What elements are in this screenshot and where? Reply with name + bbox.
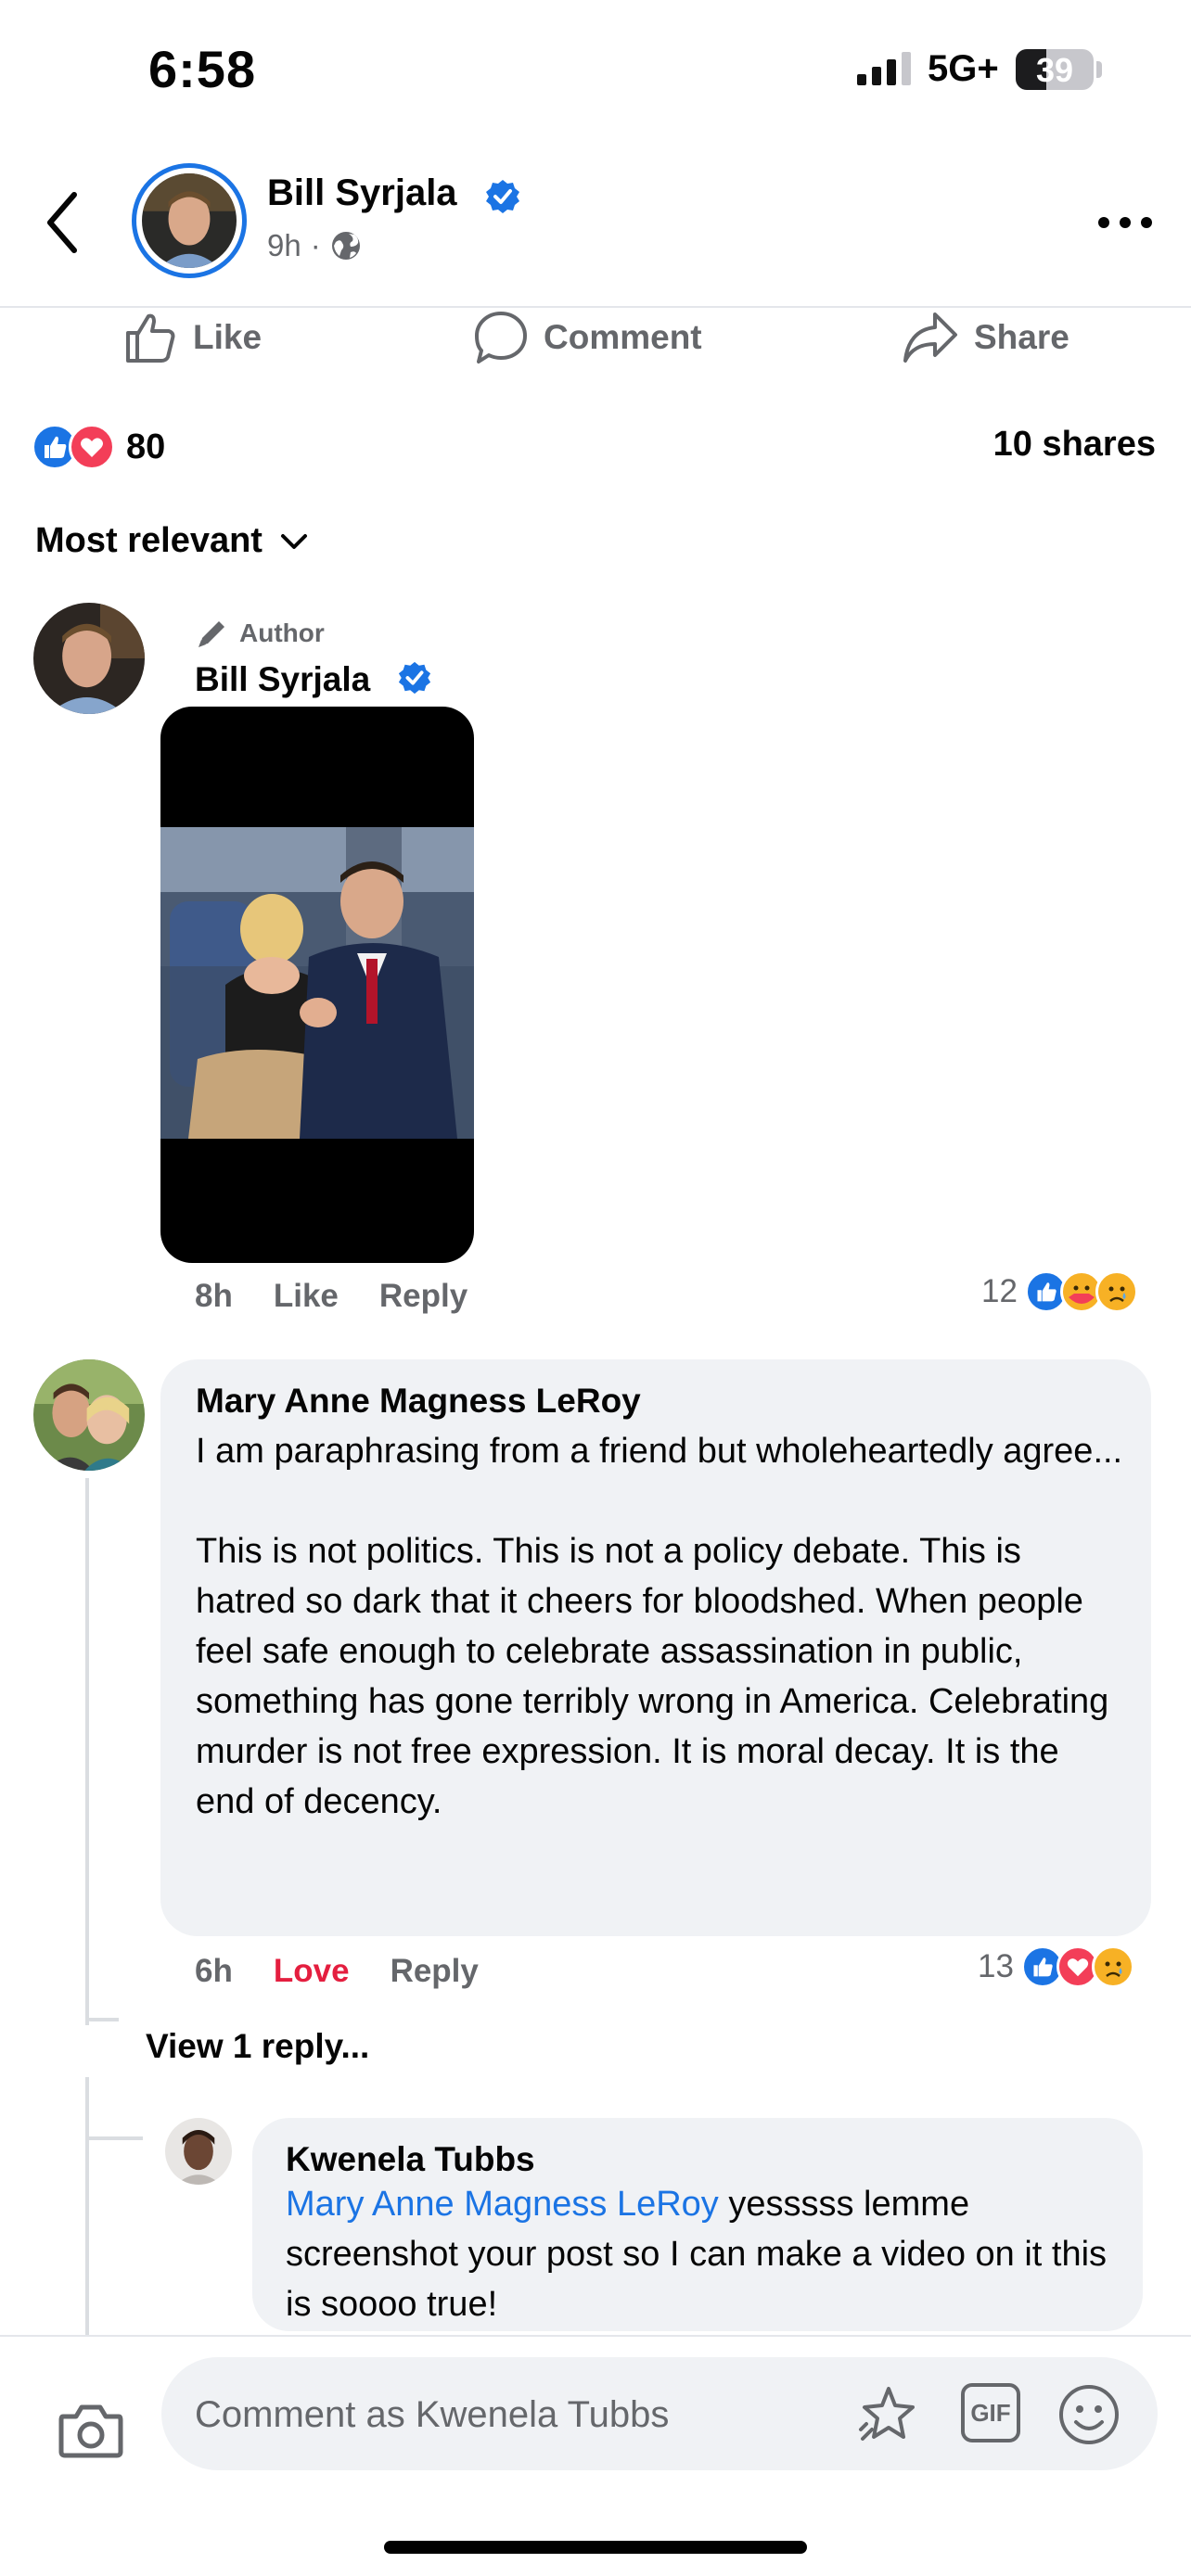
comment-meta: 8h Like Reply [195, 1278, 467, 1315]
like-label: Like [193, 318, 263, 356]
status-bar: 6:58 5G+ 39 [0, 0, 1191, 139]
thread-line [85, 2077, 89, 2337]
comment-composer: Comment as Kwenela Tubbs GIF [0, 2335, 1191, 2576]
commenter-name[interactable]: Bill Syrjala [195, 660, 370, 699]
thread-connector [87, 2136, 143, 2140]
post-action-bar: Like Comment Share [0, 310, 1191, 365]
shares-count[interactable]: 10 shares [993, 425, 1156, 465]
comment-time: 6h [195, 1953, 233, 1989]
back-arrow-icon[interactable] [41, 185, 87, 260]
camera-icon[interactable] [58, 2402, 124, 2459]
author-tag-label: Author [239, 618, 325, 647]
comment-love-button[interactable]: Love [274, 1953, 350, 1990]
cellular-signal-icon [857, 52, 911, 85]
comment-text: Mary Anne Magness LeRoy yesssss lemme sc… [286, 2179, 1121, 2329]
reaction-summary[interactable]: 80 [32, 423, 165, 471]
like-button[interactable]: Like [124, 310, 262, 365]
verified-badge-icon [398, 661, 431, 695]
comment-time: 8h [195, 1278, 233, 1314]
comment-photo[interactable] [160, 707, 474, 1263]
comment-reply-button[interactable]: Reply [379, 1278, 467, 1315]
comment-input-placeholder: Comment as Kwenela Tubbs [195, 2394, 670, 2435]
comment-photo-image [160, 827, 474, 1139]
view-replies-link[interactable]: View 1 reply... [146, 2027, 369, 2066]
comment-bubble[interactable]: Mary Anne Magness LeRoy I am paraphrasin… [160, 1359, 1151, 1936]
thread-line [85, 1478, 89, 2025]
author-avatar[interactable] [142, 173, 237, 268]
comment-input[interactable]: Comment as Kwenela Tubbs GIF [161, 2357, 1158, 2470]
network-type: 5G+ [928, 48, 999, 89]
avatar-sticker-icon[interactable] [857, 2383, 920, 2446]
comment-sort-dropdown[interactable]: Most relevant [35, 521, 309, 561]
more-options-icon[interactable] [1095, 204, 1156, 241]
comment-reactions[interactable]: 13 [978, 1945, 1134, 1988]
pencil-icon [198, 621, 224, 647]
gif-button[interactable]: GIF [961, 2383, 1020, 2442]
battery-icon: 39 [1016, 49, 1094, 90]
post-header: Bill Syrjala 9h · [0, 139, 1191, 308]
emoji-icon[interactable] [1057, 2383, 1121, 2446]
meta-separator: · [310, 228, 321, 262]
commenter-name[interactable]: Mary Anne Magness LeRoy [196, 1382, 641, 1421]
commenter-avatar[interactable] [165, 2118, 232, 2185]
author-tag: Author [195, 616, 325, 651]
comment-reactions[interactable]: 12 [981, 1270, 1138, 1313]
sad-reaction-icon [1091, 1945, 1134, 1988]
chevron-down-icon [280, 533, 307, 549]
battery-percent: 39 [1035, 51, 1074, 89]
comment-reaction-count: 13 [978, 1948, 1014, 1984]
reaction-count: 80 [126, 427, 166, 466]
thread-connector [87, 2018, 119, 2021]
reply-bubble[interactable]: Kwenela Tubbs Mary Anne Magness LeRoy ye… [252, 2118, 1143, 2331]
comment-button[interactable]: Comment [473, 310, 702, 365]
verified-badge-icon [486, 180, 519, 213]
home-indicator [384, 2541, 807, 2554]
share-arrow-icon [903, 312, 957, 363]
share-label: Share [974, 318, 1069, 356]
comment-label: Comment [544, 318, 702, 356]
comment-bubble-icon [475, 312, 527, 363]
commenter-avatar[interactable] [33, 1359, 145, 1471]
commenter-avatar[interactable] [33, 603, 145, 714]
gif-label: GIF [970, 2398, 1011, 2427]
status-time: 6:58 [148, 40, 257, 98]
comment-text: I am paraphrasing from a friend but whol… [196, 1432, 1123, 1821]
sort-label: Most relevant [35, 521, 263, 560]
mention-link[interactable]: Mary Anne Magness LeRoy [286, 2185, 719, 2224]
post-meta: 9h · [267, 228, 362, 263]
comment-like-button[interactable]: Like [274, 1278, 339, 1315]
post-time: 9h [267, 228, 301, 262]
battery-cap [1096, 61, 1102, 78]
commenter-name[interactable]: Kwenela Tubbs [286, 2140, 535, 2179]
sad-reaction-icon [1095, 1270, 1138, 1313]
author-name[interactable]: Bill Syrjala [267, 172, 457, 214]
globe-icon [331, 232, 360, 260]
story-ring[interactable] [132, 163, 247, 278]
comment-reply-button[interactable]: Reply [391, 1953, 479, 1990]
love-reaction-icon [69, 424, 115, 470]
comment-reaction-count: 12 [981, 1273, 1018, 1309]
comment-meta: 6h Love Reply [195, 1953, 479, 1990]
share-button[interactable]: Share [902, 310, 1069, 365]
thumbs-up-icon [126, 313, 175, 363]
